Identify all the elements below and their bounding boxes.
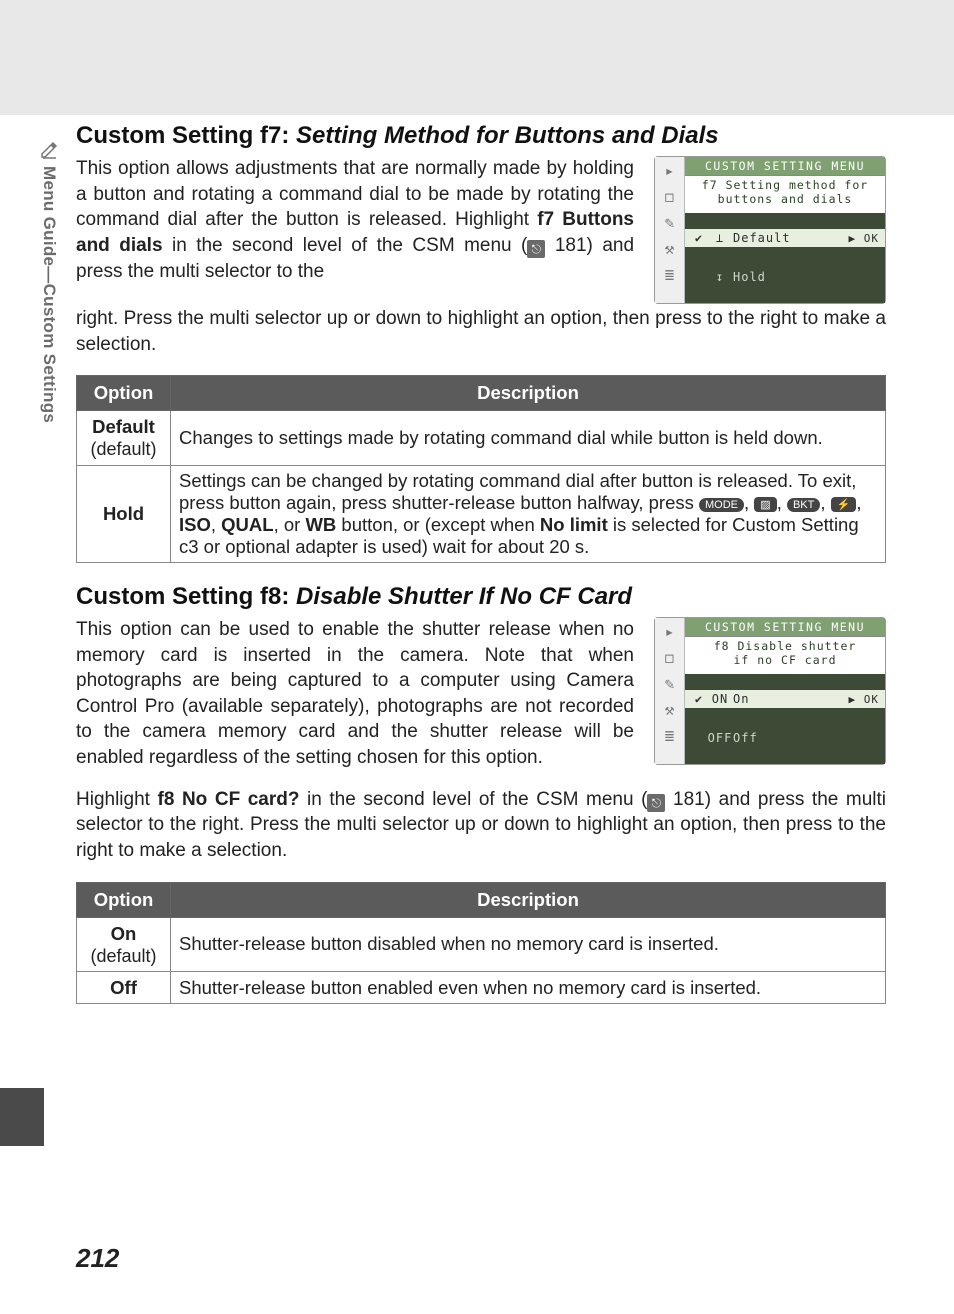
cam-title: CUSTOM SETTING MENU — [685, 157, 885, 176]
f7-camera-screenshot: ▸ ◻ ✎ ⚒ ≣ CUSTOM SETTING MENU f7 Setting… — [654, 156, 886, 304]
camera-icon: ◻ — [660, 648, 680, 668]
side-tab: Menu Guide—Custom Settings — [36, 140, 62, 423]
cam-option-off: OFF Off — [685, 729, 885, 747]
table-row: Hold Settings can be changed by rotating… — [77, 465, 886, 562]
table-row: Off Shutter-release button enabled even … — [77, 972, 886, 1004]
f7-hold-desc: Settings can be changed by rotating comm… — [171, 465, 886, 562]
cam-subtitle: f7 Setting method for buttons and dials — [685, 176, 885, 213]
th-option: Option — [77, 376, 171, 411]
th-description: Description — [171, 882, 886, 917]
check-icon: ✔ — [691, 231, 707, 245]
f8-options-table: Option Description On (default) Shutter-… — [76, 882, 886, 1005]
table-row: Default (default) Changes to settings ma… — [77, 411, 886, 466]
th-option: Option — [77, 882, 171, 917]
pencil-icon — [39, 140, 59, 160]
side-tab-label: Menu Guide—Custom Settings — [39, 166, 59, 423]
cam-sidebar-icons: ▸ ◻ ✎ ⚒ ≣ — [655, 618, 685, 764]
cam-option-hold: ↧ Hold — [685, 268, 885, 286]
page-thumb-tab — [0, 1088, 44, 1146]
pencil-icon: ✎ — [660, 213, 680, 233]
f7-para-tail: right. Press the multi selector up or do… — [76, 306, 886, 357]
cam-subtitle: f8 Disable shutter if no CF card — [685, 637, 885, 674]
f7-options-table: Option Description Default (default) Cha… — [76, 375, 886, 563]
play-icon: ▸ — [660, 622, 680, 642]
check-icon: ✔ — [691, 692, 707, 706]
page-header-gray — [0, 0, 954, 115]
f8-paragraph: This option can be used to enable the sh… — [76, 617, 634, 771]
exposure-comp-icon: ▨ — [754, 497, 776, 512]
retouch-icon: ⚒ — [660, 239, 680, 259]
camera-icon: ◻ — [660, 187, 680, 207]
retouch-icon: ⚒ — [660, 700, 680, 720]
page-ref-icon: ⎋ — [647, 794, 665, 812]
recent-icon: ≣ — [660, 726, 680, 746]
f8-paragraph2: Highlight f8 No CF card? in the second l… — [76, 787, 886, 864]
f8-camera-screenshot: ▸ ◻ ✎ ⚒ ≣ CUSTOM SETTING MENU f8 Disable… — [654, 617, 886, 765]
f7-paragraph: This option allows adjustments that are … — [76, 156, 634, 304]
mode-icon: MODE — [699, 498, 744, 512]
bkt-icon: BKT — [787, 498, 820, 512]
recent-icon: ≣ — [660, 265, 680, 285]
pencil-icon: ✎ — [660, 674, 680, 694]
f8-heading: Custom Setting f8: Disable Shutter If No… — [76, 583, 886, 611]
th-description: Description — [171, 376, 886, 411]
cam-option-on: ✔ ON On ▶ OK — [685, 690, 885, 708]
play-icon: ▸ — [660, 161, 680, 181]
f7-heading: Custom Setting f7: Setting Method for Bu… — [76, 122, 886, 150]
page-ref-icon: ⎋ — [527, 240, 545, 258]
cam-title: CUSTOM SETTING MENU — [685, 618, 885, 637]
table-row: On (default) Shutter-release button disa… — [77, 917, 886, 972]
cam-sidebar-icons: ▸ ◻ ✎ ⚒ ≣ — [655, 157, 685, 303]
cam-option-default: ✔ ⊥ Default ▶ OK — [685, 229, 885, 247]
page-number: 212 — [76, 1243, 119, 1274]
flash-icon: ⚡ — [831, 497, 857, 512]
